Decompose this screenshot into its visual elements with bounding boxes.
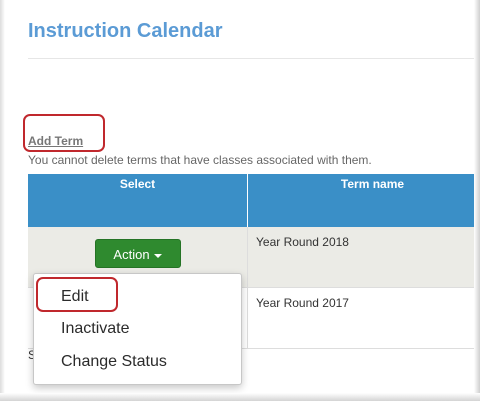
frame-shadow-bottom [0,393,480,401]
page-title: Instruction Calendar [28,20,223,42]
table-header-row: Select Term name [28,174,474,227]
term-name-cell: Year Round 2017 [247,287,474,349]
frame-shadow-right [474,0,480,401]
action-button[interactable]: Action [94,239,181,268]
caret-down-icon [153,253,162,258]
column-header-term-name: Term name [247,174,474,227]
column-header-select: Select [28,174,248,227]
title-divider [28,58,474,59]
page-content: Instruction Calendar Add Term You cannot… [18,8,474,393]
menu-item-inactivate[interactable]: Inactivate [61,320,129,338]
term-name-cell: Year Round 2018 [247,227,474,288]
frame-shadow-left [0,0,5,401]
add-term-link[interactable]: Add Term [28,134,83,148]
delete-terms-note: You cannot delete terms that have classe… [28,153,372,167]
action-dropdown-menu: Edit Inactivate Change Status [33,273,242,385]
menu-item-edit[interactable]: Edit [61,288,89,306]
menu-item-change-status[interactable]: Change Status [61,353,167,371]
action-button-label: Action [113,247,150,262]
